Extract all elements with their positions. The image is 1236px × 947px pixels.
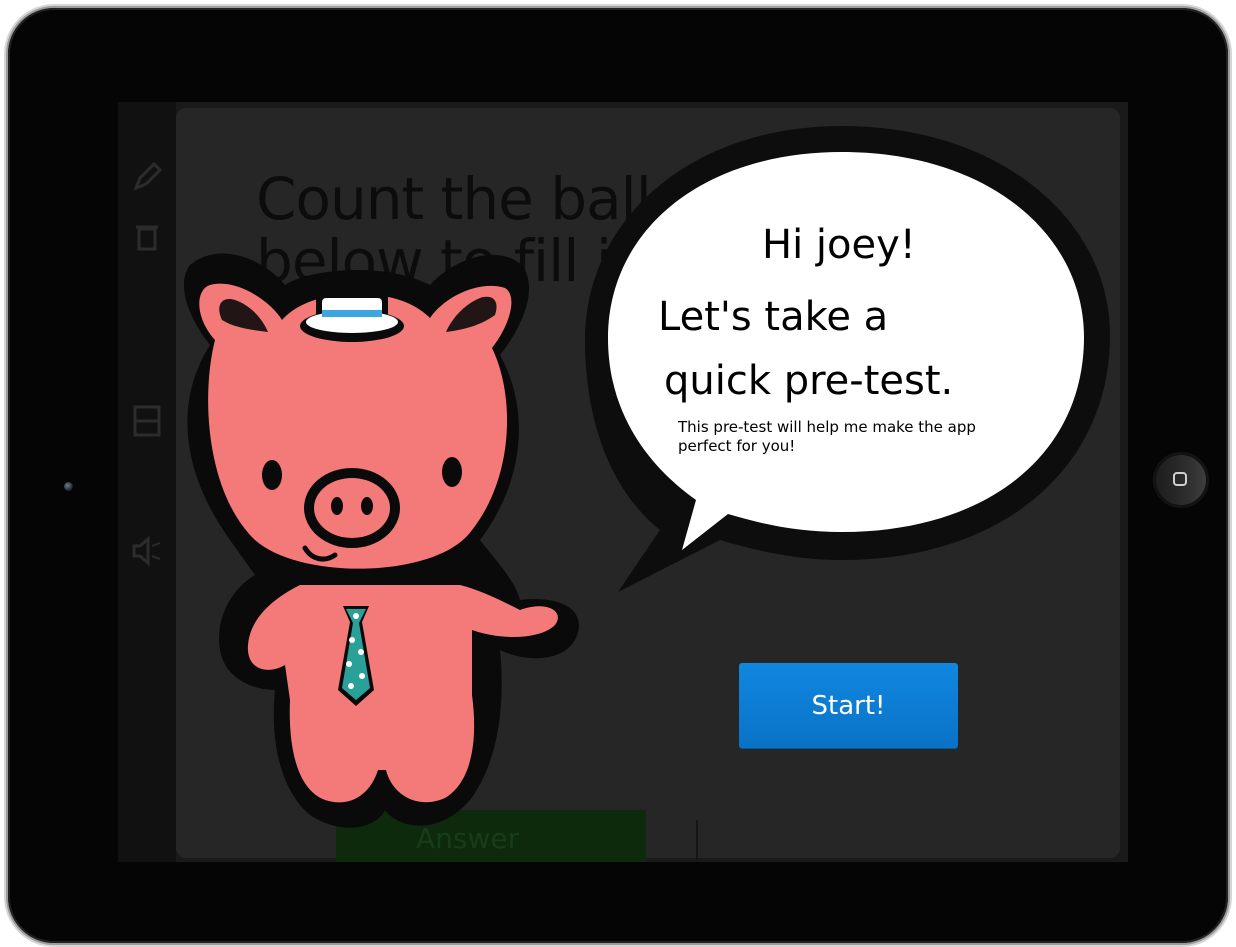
answer-label: Answer bbox=[416, 822, 520, 855]
app-screen: Count the balls below to fill in the bla… bbox=[118, 102, 1128, 862]
start-button[interactable]: Start! bbox=[739, 663, 958, 748]
answer-button[interactable]: Answer bbox=[336, 810, 646, 862]
greeting-text: Hi joey! bbox=[762, 222, 916, 268]
layout-icon[interactable] bbox=[130, 404, 164, 438]
trash-icon[interactable] bbox=[130, 220, 164, 254]
pretest-line-1: Let's take a bbox=[658, 294, 889, 340]
front-camera bbox=[64, 482, 73, 491]
speaker-icon[interactable] bbox=[130, 534, 164, 568]
sidebar bbox=[118, 102, 176, 862]
pencil-icon[interactable] bbox=[130, 160, 164, 194]
pretest-description: This pre-test will help me make the app … bbox=[678, 418, 976, 455]
pretest-line-2: quick pre-test. bbox=[664, 358, 954, 404]
divider bbox=[696, 820, 698, 860]
home-button[interactable] bbox=[1154, 453, 1208, 507]
lesson-area: Count the balls below to fill in the bla… bbox=[176, 108, 1120, 862]
home-square-icon bbox=[1173, 472, 1187, 486]
question-number: 17 bbox=[596, 354, 670, 422]
